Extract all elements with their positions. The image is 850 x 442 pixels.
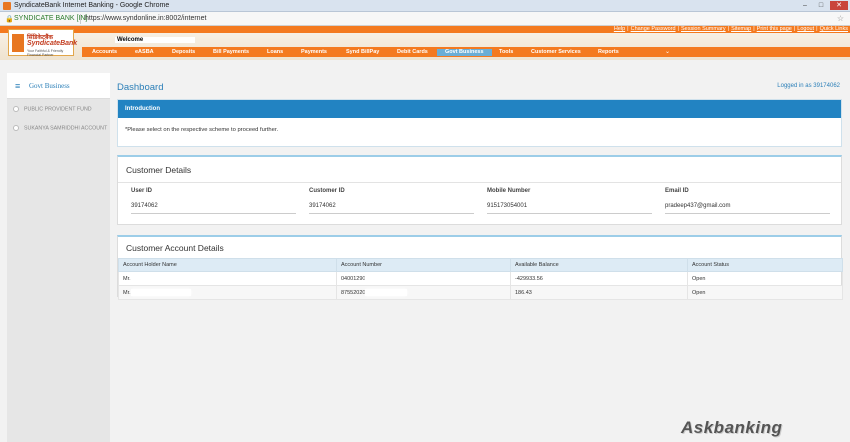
holder-name: Mr. — [123, 289, 131, 296]
print-page-link[interactable]: Print this page — [757, 26, 792, 32]
chevron-down-icon[interactable]: ⌄ — [665, 48, 670, 55]
logo-name: SyndicateBank — [27, 40, 78, 47]
watermark: Askbanking — [681, 418, 783, 437]
nav-reports[interactable]: Reports — [598, 49, 619, 55]
nav-easba[interactable]: eASBA — [135, 49, 154, 55]
maximize-icon[interactable]: □ — [814, 1, 828, 10]
nav-payments[interactable]: Payments — [301, 49, 327, 55]
column-header: Account Status — [687, 258, 843, 272]
secure-origin-label[interactable]: SYNDICATE BANK [IN] — [14, 15, 87, 22]
customer-id-label: Customer ID — [309, 188, 345, 194]
hamburger-icon[interactable]: ≡ — [15, 81, 20, 91]
column-header: Account Holder Name — [118, 258, 337, 272]
customer-id-value: 39174062 — [309, 203, 474, 214]
window-title: SyndicateBank Internet Banking - Google … — [14, 2, 170, 9]
sidebar-heading: Govt Business — [29, 82, 70, 90]
sitemap-link[interactable]: Sitemap — [731, 26, 751, 32]
nav-synd-billpay[interactable]: Synd BillPay — [346, 49, 379, 55]
logout-link[interactable]: Logout — [797, 26, 814, 32]
divider — [80, 14, 81, 24]
radio-icon — [13, 125, 19, 131]
account-details-heading: Customer Account Details — [126, 243, 224, 253]
account-details-panel: Customer Account Details Account Holder … — [117, 235, 843, 300]
address-bar: 🔒 SYNDICATE BANK [IN] https://www.syndon… — [0, 12, 850, 26]
nav-deposits[interactable]: Deposits — [172, 49, 195, 55]
change-password-link[interactable]: Change Password — [631, 26, 676, 32]
nav-loans[interactable]: Loans — [267, 49, 283, 55]
balance-cell: 186.43 — [510, 285, 688, 300]
nav-bill-payments[interactable]: Bill Payments — [213, 49, 249, 55]
user-id-label: User ID — [131, 188, 153, 194]
radio-icon — [13, 106, 19, 112]
email-value: pradeep437@gmail.com — [665, 203, 830, 214]
sidebar-item-ppf[interactable]: PUBLIC PROVIDENT FUND — [13, 106, 92, 112]
browser-titlebar: SyndicateBank Internet Banking - Google … — [0, 0, 850, 12]
sidebar-header: ≡ Govt Business — [7, 73, 110, 99]
account-number[interactable]: 87552020 — [341, 290, 365, 296]
session-summary-link[interactable]: Session Summary — [681, 26, 726, 32]
nav-customer-services[interactable]: Customer Services — [531, 49, 581, 55]
welcome-label: Welcome — [115, 37, 195, 43]
mobile-value: 915173054001 — [487, 203, 652, 214]
table-row[interactable]: Mr. 04001290 -429933.56 Open — [118, 271, 843, 286]
account-number[interactable]: 04001290 — [341, 276, 365, 282]
favicon-icon — [3, 2, 11, 10]
window-controls: – □ ✕ — [798, 1, 848, 10]
status-cell: Open — [687, 285, 843, 300]
top-links: Help | Change Password | Session Summary | Sit… — [613, 26, 848, 32]
nav-accounts[interactable]: Accounts — [92, 49, 117, 55]
balance-cell: -429933.56 — [510, 271, 688, 286]
holder-name: Mr. — [123, 275, 131, 282]
account-table: Account Holder Name Account Number Avail… — [118, 258, 843, 300]
table-row[interactable]: Mr. 87552020 186.43 Open — [118, 285, 843, 300]
logo-tagline: Your Faithful & Friendly Financial Partn… — [27, 49, 64, 57]
nav-tools[interactable]: Tools — [499, 49, 513, 55]
account-number-cell[interactable]: 87552020 — [336, 285, 511, 300]
url-field[interactable]: https://www.syndonline.in:8002/internet — [85, 15, 206, 22]
help-link[interactable]: Help — [614, 26, 625, 32]
customer-id-field: Customer ID 39174062 — [309, 188, 474, 214]
introduction-message: *Please select on the respective scheme … — [125, 127, 279, 133]
divider — [118, 182, 841, 183]
minimize-icon[interactable]: – — [798, 1, 812, 10]
user-id-value: 39174062 — [131, 203, 296, 214]
redaction — [365, 275, 396, 282]
page-title: Dashboard — [117, 82, 164, 93]
introduction-panel: Introduction *Please select on the respe… — [117, 99, 842, 147]
quick-links-link[interactable]: Quick Links — [820, 26, 848, 32]
email-label: Email ID — [665, 188, 689, 194]
sidebar-item-label: SUKANYA SAMRIDDHI ACCOUNT — [24, 125, 108, 132]
sidebar-item-label: PUBLIC PROVIDENT FUND — [24, 106, 92, 113]
logged-in-status: Logged in as 39174062 — [777, 83, 840, 89]
bookmark-star-icon[interactable]: ☆ — [837, 14, 844, 23]
table-header-row: Account Holder Name Account Number Avail… — [118, 258, 843, 272]
mobile-label: Mobile Number — [487, 188, 531, 194]
holder-cell: Mr. — [118, 285, 337, 300]
nav-debit-cards[interactable]: Debit Cards — [397, 49, 428, 55]
email-field: Email ID pradeep437@gmail.com — [665, 188, 830, 214]
redaction — [130, 289, 191, 296]
redaction — [130, 275, 181, 282]
sidebar-item-sukanya[interactable]: SUKANYA SAMRIDDHI ACCOUNT — [13, 125, 107, 131]
bank-logo[interactable]: सिंडिकेटबैंक SyndicateBank Your Faithful… — [8, 29, 78, 57]
column-header: Available Balance — [510, 258, 688, 272]
redaction — [365, 289, 408, 296]
holder-cell: Mr. — [118, 271, 337, 286]
lock-icon[interactable]: 🔒 — [5, 15, 14, 23]
user-id-field: User ID 39174062 — [131, 188, 296, 214]
column-header: Account Number — [336, 258, 511, 272]
mobile-field: Mobile Number 915173054001 — [487, 188, 652, 214]
customer-details-panel: Customer Details User ID 39174062 Custom… — [117, 155, 842, 225]
account-number-cell[interactable]: 04001290 — [336, 271, 511, 286]
status-cell: Open — [687, 271, 843, 286]
logo-mark-icon — [12, 34, 24, 52]
main-nav: Accounts eASBA Deposits Bill Payments Lo… — [82, 47, 850, 57]
close-icon[interactable]: ✕ — [830, 1, 848, 10]
sidebar: ≡ Govt Business PUBLIC PROVIDENT FUND SU… — [7, 73, 110, 442]
customer-details-heading: Customer Details — [126, 165, 192, 175]
nav-govt-business[interactable]: Govt Business — [437, 48, 492, 56]
introduction-heading: Introduction — [118, 100, 841, 118]
